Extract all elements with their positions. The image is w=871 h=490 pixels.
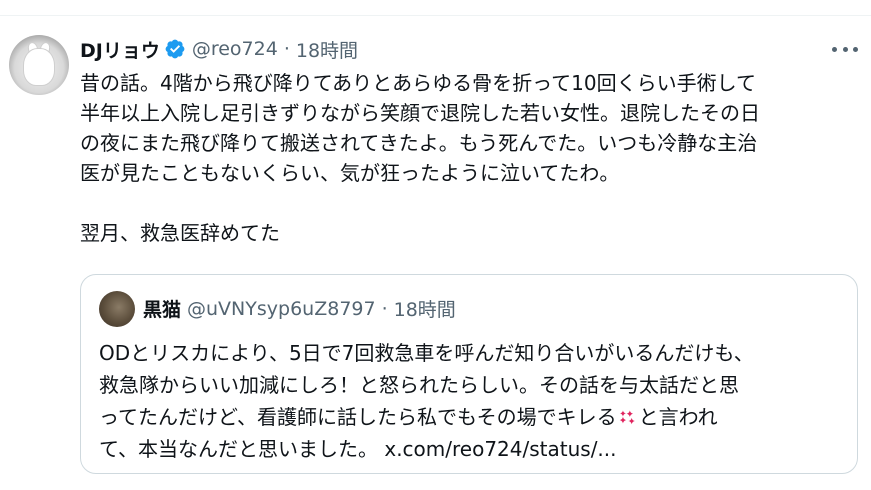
top-divider	[0, 15, 871, 16]
avatar-figure-body	[24, 49, 54, 85]
author-handle[interactable]: @reo724	[192, 38, 278, 60]
quoted-tweet-card[interactable]: 黒猫 @uVNYsyp6uZ8797 · 18時間 ODとリスカにより、5日で7…	[80, 274, 858, 474]
author-display-name[interactable]: DJリョウ	[80, 36, 160, 63]
quoted-tweet-header: 黒猫 @uVNYsyp6uZ8797 · 18時間	[143, 295, 456, 322]
verified-badge-icon[interactable]	[164, 38, 186, 60]
quoted-author-display-name[interactable]: 黒猫	[143, 295, 181, 322]
more-dot	[853, 46, 858, 52]
quoted-author-handle[interactable]: @uVNYsyp6uZ8797	[187, 298, 376, 320]
quoted-author-avatar[interactable]	[99, 291, 135, 327]
quoted-tweet-timestamp[interactable]: 18時間	[394, 295, 456, 322]
more-dot	[832, 46, 837, 52]
quoted-tweet-link[interactable]: x.com/reo724/status/...	[384, 437, 616, 461]
more-dot	[842, 46, 848, 52]
quoted-tweet-body-text: ODとリスカにより、5日で7回救急車を呼んだ知り合いがいるんだけも、 救急隊から…	[99, 337, 849, 465]
header-separator: ·	[283, 38, 290, 60]
quoted-header-separator: ·	[381, 297, 388, 320]
tweet-body-text: 昔の話。4階から飛び降りてありとあらゆる骨を折って10回くらい手術して 半年以上…	[80, 71, 760, 245]
anger-symbol-icon	[619, 410, 635, 425]
more-options-icon[interactable]	[832, 38, 858, 60]
tweet-header: DJリョウ @reo724 · 18時間	[80, 34, 358, 64]
author-avatar[interactable]	[9, 35, 69, 95]
tweet-timestamp[interactable]: 18時間	[296, 36, 358, 63]
